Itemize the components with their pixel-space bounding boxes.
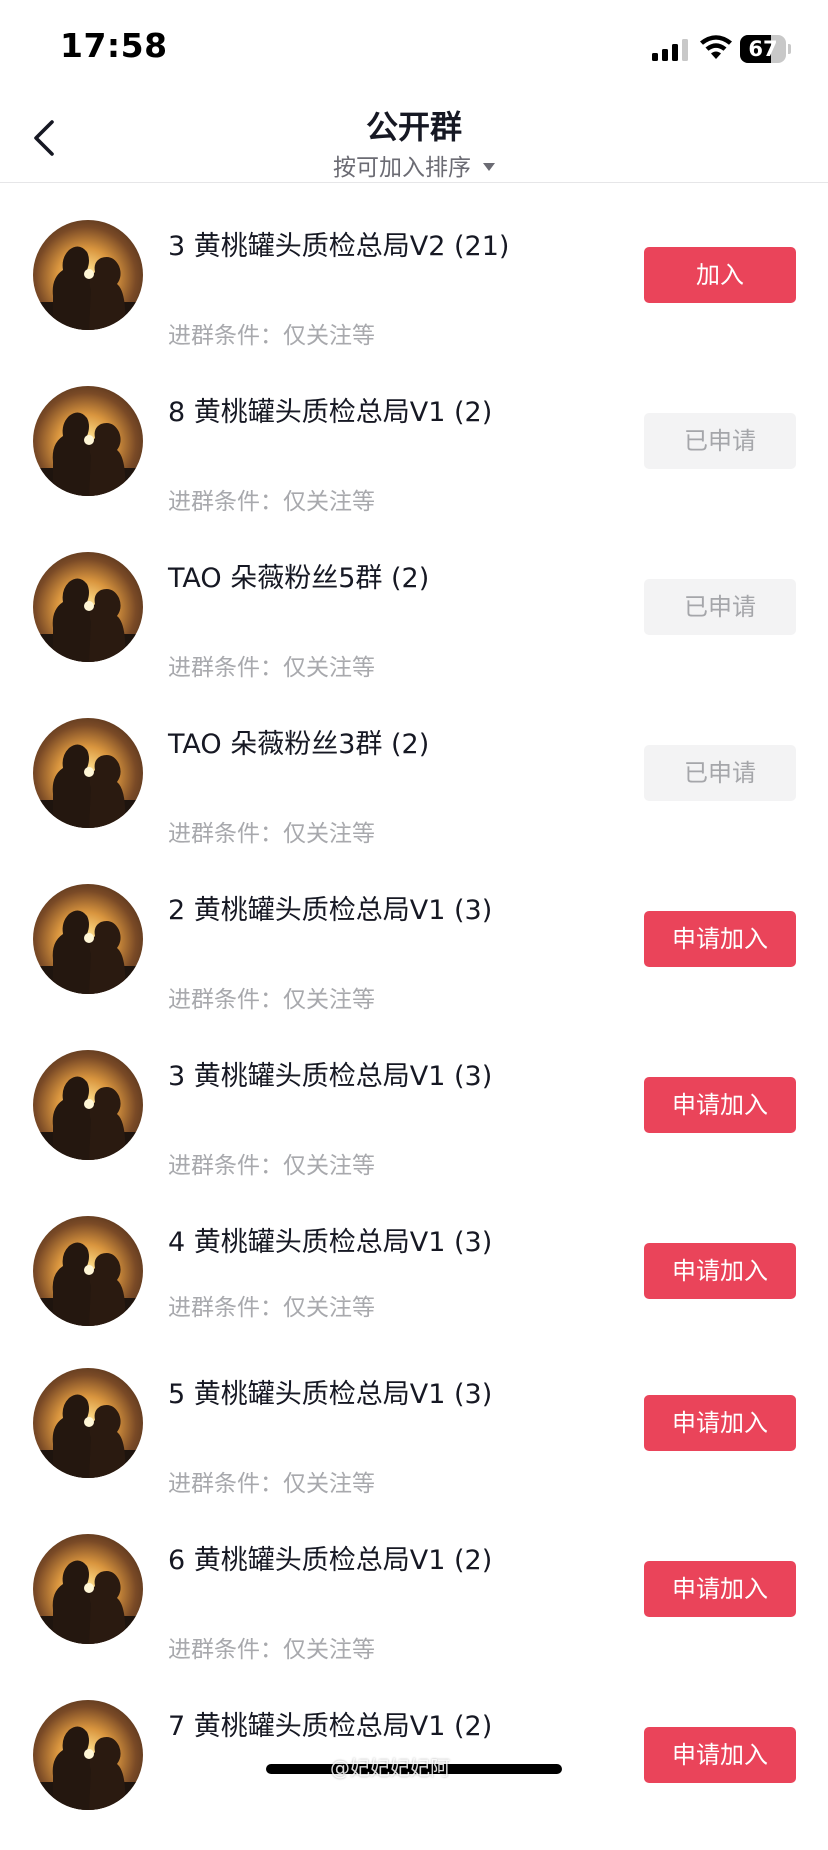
group-join-condition: 进群条件：仅关注等	[168, 1471, 375, 1497]
group-avatar	[33, 1216, 143, 1326]
request-join-button[interactable]: 申请加入	[644, 911, 796, 967]
group-avatar	[33, 552, 143, 662]
request-join-button[interactable]: 申请加入	[644, 1561, 796, 1617]
page-title: 公开群	[365, 108, 462, 146]
group-name: 6 黄桃罐头质检总局V1 (2)	[168, 1545, 493, 1576]
applied-status-button: 已申请	[644, 745, 796, 801]
group-join-condition: 进群条件：仅关注等	[168, 1295, 375, 1321]
group-avatar	[33, 220, 143, 330]
caret-down-icon	[483, 162, 495, 171]
wifi-icon	[699, 33, 733, 61]
group-name: TAO 朵薇粉丝5群 (2)	[168, 563, 430, 594]
group-join-condition: 进群条件：仅关注等	[168, 1153, 375, 1179]
group-name: 2 黄桃罐头质检总局V1 (3)	[168, 895, 493, 926]
applied-status-button: 已申请	[644, 579, 796, 635]
group-avatar	[33, 1050, 143, 1160]
group-name: TAO 朵薇粉丝3群 (2)	[168, 729, 430, 760]
group-join-condition: 进群条件：仅关注等	[168, 323, 375, 349]
request-join-button[interactable]: 申请加入	[644, 1077, 796, 1133]
battery-icon: 67	[740, 35, 791, 63]
battery-level: 67	[748, 37, 778, 61]
group-join-condition: 进群条件：仅关注等	[168, 489, 375, 515]
group-name: 4 黄桃罐头质检总局V1 (3)	[168, 1227, 493, 1258]
group-avatar	[33, 718, 143, 828]
group-join-condition: 进群条件：仅关注等	[168, 655, 375, 681]
nav-header: 公开群 按可加入排序	[0, 96, 828, 183]
group-list-item[interactable]: TAO 朵薇粉丝5群 (2) 进群条件：仅关注等 已申请	[0, 552, 828, 702]
group-avatar	[33, 386, 143, 496]
applied-status-button: 已申请	[644, 413, 796, 469]
group-avatar	[33, 1534, 143, 1644]
signal-icon	[652, 37, 690, 61]
group-avatar	[33, 884, 143, 994]
status-time: 17:58	[60, 26, 168, 65]
sort-dropdown[interactable]: 按可加入排序	[0, 148, 828, 182]
group-avatar	[33, 1700, 143, 1810]
request-join-button[interactable]: 申请加入	[644, 1727, 796, 1783]
join-button[interactable]: 加入	[644, 247, 796, 303]
watermark: @妃妃妃妃阿	[330, 1756, 450, 1780]
sort-label: 按可加入排序	[333, 155, 471, 181]
group-list-item[interactable]: 3 黄桃罐头质检总局V2 (21) 进群条件：仅关注等 加入	[0, 220, 828, 370]
group-list-item[interactable]: 5 黄桃罐头质检总局V1 (3) 进群条件：仅关注等 申请加入	[0, 1368, 828, 1518]
group-name: 5 黄桃罐头质检总局V1 (3)	[168, 1379, 493, 1410]
group-name: 8 黄桃罐头质检总局V1 (2)	[168, 397, 493, 428]
group-name: 7 黄桃罐头质检总局V1 (2)	[168, 1711, 493, 1742]
group-list-item[interactable]: 6 黄桃罐头质检总局V1 (2) 进群条件：仅关注等 申请加入	[0, 1534, 828, 1684]
request-join-button[interactable]: 申请加入	[644, 1395, 796, 1451]
group-avatar	[33, 1368, 143, 1478]
group-list-item[interactable]: 2 黄桃罐头质检总局V1 (3) 进群条件：仅关注等 申请加入	[0, 884, 828, 1034]
status-bar: 17:58 67	[0, 0, 828, 96]
group-name: 3 黄桃罐头质检总局V2 (21)	[168, 231, 510, 262]
group-list-item[interactable]: 4 黄桃罐头质检总局V1 (3) 进群条件：仅关注等 申请加入	[0, 1216, 828, 1366]
group-join-condition: 进群条件：仅关注等	[168, 987, 375, 1013]
group-list-item[interactable]: TAO 朵薇粉丝3群 (2) 进群条件：仅关注等 已申请	[0, 718, 828, 868]
request-join-button[interactable]: 申请加入	[644, 1243, 796, 1299]
group-list: 3 黄桃罐头质检总局V2 (21) 进群条件：仅关注等 加入 8 黄桃罐头质检总局V1…	[0, 0, 828, 1810]
group-name: 3 黄桃罐头质检总局V1 (3)	[168, 1061, 493, 1092]
group-list-item[interactable]: 8 黄桃罐头质检总局V1 (2) 进群条件：仅关注等 已申请	[0, 386, 828, 536]
group-join-condition: 进群条件：仅关注等	[168, 1637, 375, 1663]
group-join-condition: 进群条件：仅关注等	[168, 821, 375, 847]
group-list-item[interactable]: 3 黄桃罐头质检总局V1 (3) 进群条件：仅关注等 申请加入	[0, 1050, 828, 1200]
